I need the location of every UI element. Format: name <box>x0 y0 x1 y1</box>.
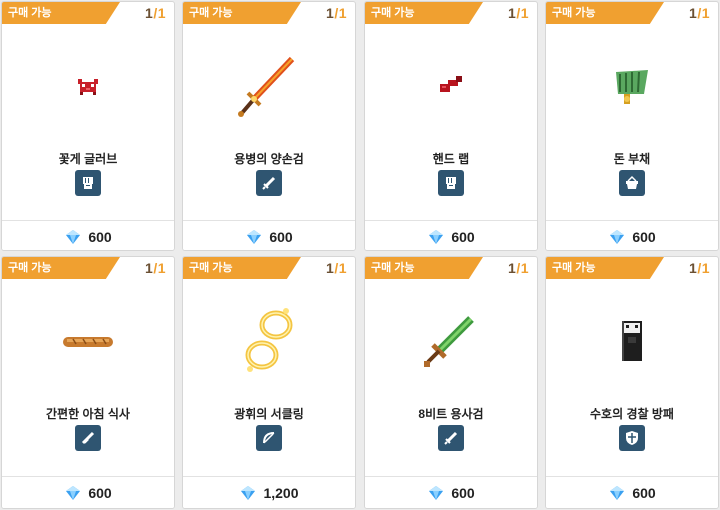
diamond-gem-icon <box>429 485 444 500</box>
diamond-gem-icon <box>66 485 81 500</box>
gun-icon <box>75 425 101 451</box>
item-price: 600 <box>451 484 475 501</box>
flame-greatsword-icon <box>224 46 314 126</box>
sword-icon <box>256 170 282 196</box>
radiant-ring-icon <box>224 301 314 381</box>
shop-grid: 구매 가능 1/1 꽃게 글러브 600 구매 가능 1/1 용병의 양손검 6… <box>0 0 720 510</box>
shop-item-card[interactable]: 구매 가능 1/1 꽃게 글러브 600 <box>1 1 175 251</box>
purchase-count: 1/1 <box>145 5 166 21</box>
money-fan-icon <box>587 46 677 126</box>
police-shield-icon <box>587 301 677 381</box>
hand-wrap-icon <box>406 46 496 126</box>
shop-item-card[interactable]: 구매 가능 1/1 수호의 경찰 방패 600 <box>545 256 719 509</box>
availability-badge: 구매 가능 <box>2 2 120 24</box>
shop-item-card[interactable]: 구매 가능 1/1 용병의 양손검 600 <box>182 1 356 251</box>
purchase-count: 1/1 <box>508 5 529 21</box>
price-row: 600 <box>183 220 355 250</box>
item-name: 광휘의 서클링 <box>234 407 304 421</box>
price-row: 600 <box>2 476 174 508</box>
diamond-gem-icon <box>241 485 256 500</box>
purchase-count: 1/1 <box>326 260 347 276</box>
item-name: 8비트 용사검 <box>418 407 484 421</box>
diamond-gem-icon <box>429 229 444 244</box>
price-row: 600 <box>365 476 537 508</box>
purchase-count: 1/1 <box>145 260 166 276</box>
item-price: 600 <box>269 228 293 245</box>
diamond-gem-icon <box>66 229 81 244</box>
price-row: 600 <box>546 220 718 250</box>
fist-icon <box>75 170 101 196</box>
shop-item-card[interactable]: 구매 가능 1/1 핸드 랩 600 <box>364 1 538 251</box>
shield-icon <box>619 425 645 451</box>
purchase-count: 1/1 <box>689 5 710 21</box>
purchase-count: 1/1 <box>508 260 529 276</box>
item-price: 600 <box>88 484 112 501</box>
crab-glove-icon <box>43 46 133 126</box>
item-name: 용병의 양손검 <box>234 152 304 166</box>
pixel-sword-icon <box>406 301 496 381</box>
shop-item-card[interactable]: 구매 가능 1/1 돈 부채 600 <box>545 1 719 251</box>
diamond-gem-icon <box>247 229 262 244</box>
shop-item-card[interactable]: 구매 가능 1/1 간편한 아침 식사 600 <box>1 256 175 509</box>
item-price: 1,200 <box>263 484 299 501</box>
sword-icon <box>438 425 464 451</box>
price-row: 600 <box>546 476 718 508</box>
item-price: 600 <box>632 228 656 245</box>
item-name: 꽃게 글러브 <box>58 152 118 166</box>
availability-badge: 구매 가능 <box>365 2 483 24</box>
baguette-icon <box>43 301 133 381</box>
availability-badge: 구매 가능 <box>365 257 483 279</box>
availability-badge: 구매 가능 <box>2 257 120 279</box>
availability-badge: 구매 가능 <box>183 257 301 279</box>
item-price: 600 <box>632 484 656 501</box>
item-name: 수호의 경찰 방패 <box>590 407 674 421</box>
basket-icon <box>619 170 645 196</box>
item-name: 돈 부채 <box>613 152 651 166</box>
diamond-gem-icon <box>610 229 625 244</box>
availability-badge: 구매 가능 <box>546 257 664 279</box>
purchase-count: 1/1 <box>689 260 710 276</box>
diamond-gem-icon <box>610 485 625 500</box>
bow-icon <box>256 425 282 451</box>
price-row: 1,200 <box>183 476 355 508</box>
shop-item-card[interactable]: 구매 가능 1/1 광휘의 서클링 1,200 <box>182 256 356 509</box>
item-price: 600 <box>88 228 112 245</box>
purchase-count: 1/1 <box>326 5 347 21</box>
price-row: 600 <box>365 220 537 250</box>
item-name: 핸드 랩 <box>432 152 470 166</box>
item-name: 간편한 아침 식사 <box>46 407 130 421</box>
availability-badge: 구매 가능 <box>546 2 664 24</box>
price-row: 600 <box>2 220 174 250</box>
fist-icon <box>438 170 464 196</box>
shop-item-card[interactable]: 구매 가능 1/1 8비트 용사검 600 <box>364 256 538 509</box>
availability-badge: 구매 가능 <box>183 2 301 24</box>
item-price: 600 <box>451 228 475 245</box>
